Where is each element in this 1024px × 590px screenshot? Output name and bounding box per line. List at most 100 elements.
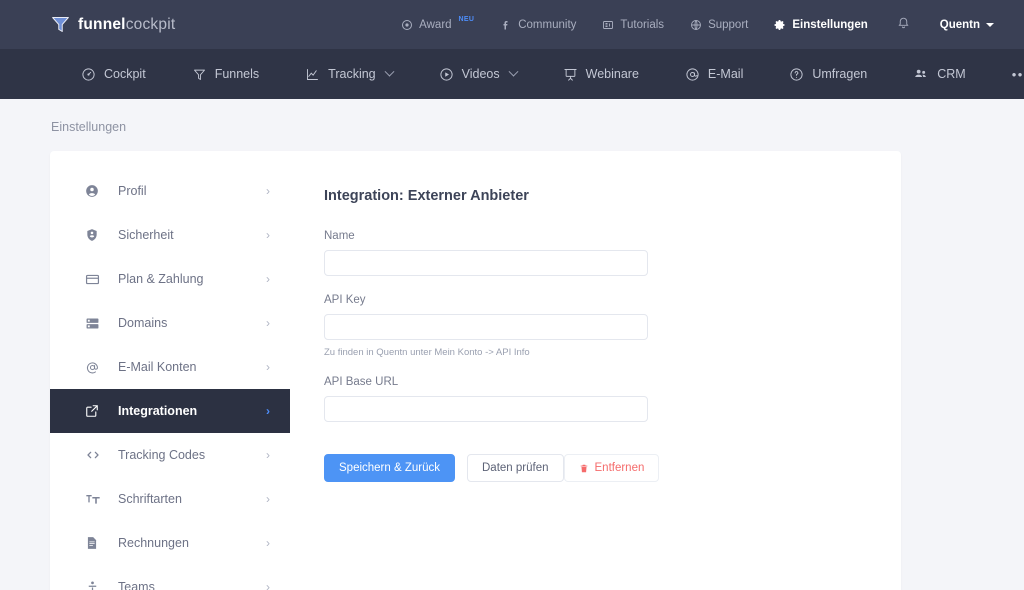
top-nav-label-einstellungen: Einstellungen [792, 18, 868, 31]
field-name: Name [324, 230, 861, 276]
at-icon [85, 360, 102, 375]
chevron-right-icon: › [266, 448, 270, 462]
nav-item-mehr[interactable]: ••• Mehr [989, 67, 1024, 81]
field-label-api-base-url: API Base URL [324, 376, 399, 388]
sidebar-item-profil[interactable]: Profil › [50, 169, 290, 213]
award-new-badge: NEU [458, 16, 475, 23]
settings-card: Profil › Sicherheit › Plan & Zahlung › D… [50, 151, 901, 590]
nav-label-funnels: Funnels [214, 67, 260, 81]
sidebar-label-integrationen: Integrationen [118, 404, 198, 418]
shield-icon [85, 228, 102, 242]
save-button[interactable]: Speichern & Zurück [324, 454, 455, 482]
top-nav: Award NEU Community Tutorials Support Ei… [388, 16, 1002, 34]
integration-form: Integration: Externer Anbieter Name API … [290, 151, 901, 590]
api-key-hint: Zu finden in Quentn unter Mein Konto -> … [324, 347, 530, 358]
sidebar-item-rechnungen[interactable]: Rechnungen › [50, 521, 290, 565]
chart-line-icon [305, 67, 320, 82]
api-key-input[interactable] [324, 314, 648, 340]
nav-item-email[interactable]: E-Mail [662, 67, 766, 82]
settings-sidebar: Profil › Sicherheit › Plan & Zahlung › D… [50, 151, 290, 590]
chevron-right-icon: › [266, 228, 270, 242]
chevron-down-icon [384, 66, 395, 77]
nav-item-cockpit[interactable]: Cockpit [58, 67, 169, 82]
nav-label-cockpit: Cockpit [104, 67, 146, 81]
chevron-right-icon: › [266, 580, 270, 590]
sidebar-label-rechnungen: Rechnungen [118, 536, 189, 550]
top-nav-item-community[interactable]: Community [487, 19, 589, 31]
main-nav: Cockpit Funnels Tracking Videos Webinare… [0, 49, 1024, 99]
breadcrumb: Einstellungen [0, 99, 1024, 134]
sidebar-item-integrationen[interactable]: Integrationen › [50, 389, 290, 433]
nav-item-tracking[interactable]: Tracking [282, 66, 415, 82]
top-nav-item-tutorials[interactable]: Tutorials [589, 19, 677, 31]
chevron-right-icon: › [266, 492, 270, 506]
brand-name-light: cockpit [125, 15, 176, 33]
teams-icon [85, 580, 102, 590]
people-icon [913, 66, 929, 82]
nav-label-videos: Videos [461, 67, 500, 81]
nav-label-umfragen: Umfragen [812, 67, 868, 81]
user-menu-button[interactable]: Quentn [926, 19, 1002, 31]
sidebar-item-schriftarten[interactable]: Schriftarten › [50, 477, 290, 521]
sidebar-item-sicherheit[interactable]: Sicherheit › [50, 213, 290, 257]
sidebar-label-domains: Domains [118, 316, 168, 330]
credit-card-icon [85, 272, 102, 287]
nav-label-email: E-Mail [707, 67, 744, 81]
sidebar-label-schriftarten: Schriftarten [118, 492, 182, 506]
sidebar-label-email-konten: E-Mail Konten [118, 360, 197, 374]
top-nav-item-support[interactable]: Support [677, 19, 761, 31]
gauge-icon [81, 67, 96, 82]
form-title: Integration: Externer Anbieter [324, 188, 529, 204]
sidebar-item-plan-zahlung[interactable]: Plan & Zahlung › [50, 257, 290, 301]
user-circle-icon [85, 184, 102, 198]
breadcrumb-label: Einstellungen [51, 120, 127, 134]
check-data-button[interactable]: Daten prüfen [467, 454, 564, 482]
user-menu-label: Quentn [939, 18, 980, 31]
nav-item-crm[interactable]: CRM [890, 66, 988, 82]
chevron-right-icon: › [266, 360, 270, 374]
play-circle-icon [439, 67, 454, 82]
bell-icon [897, 16, 910, 34]
sidebar-label-teams: Teams [118, 580, 155, 590]
field-label-name: Name [324, 230, 355, 242]
form-actions: Speichern & Zurück Daten prüfen Entferne… [324, 454, 660, 482]
chevron-right-icon: › [266, 316, 270, 330]
funnel-icon [192, 67, 207, 82]
code-icon [85, 447, 102, 463]
font-size-icon [85, 491, 102, 507]
field-api-key: API Key Zu finden in Quentn unter Mein K… [324, 294, 861, 358]
award-icon [401, 19, 413, 31]
brand-logo[interactable]: funnelcockpit [50, 14, 175, 35]
sidebar-label-tracking-codes: Tracking Codes [118, 448, 206, 462]
chevron-down-icon [508, 66, 519, 77]
remove-button[interactable]: Entfernen [563, 454, 660, 482]
top-nav-label-community: Community [518, 18, 577, 31]
name-input[interactable] [324, 250, 648, 276]
sidebar-label-sicherheit: Sicherheit [118, 228, 174, 242]
top-nav-item-award[interactable]: Award NEU [388, 16, 487, 31]
gear-icon [774, 19, 786, 31]
sidebar-item-tracking-codes[interactable]: Tracking Codes › [50, 433, 290, 477]
sidebar-label-plan-zahlung: Plan & Zahlung [118, 272, 204, 286]
caret-down-icon [986, 22, 994, 27]
sidebar-item-email-konten[interactable]: E-Mail Konten › [50, 345, 290, 389]
presentation-icon [563, 67, 578, 82]
facebook-icon [500, 19, 512, 31]
notifications-bell-button[interactable] [881, 16, 926, 34]
sidebar-item-teams[interactable]: Teams › [50, 565, 290, 590]
nav-item-webinare[interactable]: Webinare [540, 67, 662, 82]
question-circle-icon [789, 67, 804, 82]
api-base-url-input[interactable] [324, 396, 648, 422]
ellipsis-icon: ••• [1011, 66, 1024, 82]
top-nav-label-support: Support [708, 18, 749, 31]
nav-item-funnels[interactable]: Funnels [169, 67, 282, 82]
nav-item-videos[interactable]: Videos [416, 66, 540, 82]
server-icon [85, 316, 102, 331]
nav-label-crm: CRM [937, 67, 966, 81]
tutorials-icon [602, 19, 614, 31]
sidebar-item-domains[interactable]: Domains › [50, 301, 290, 345]
nav-item-umfragen[interactable]: Umfragen [766, 67, 890, 82]
nav-label-webinare: Webinare [585, 67, 639, 81]
top-nav-item-einstellungen[interactable]: Einstellungen [761, 19, 880, 31]
chevron-right-icon: › [266, 404, 270, 418]
